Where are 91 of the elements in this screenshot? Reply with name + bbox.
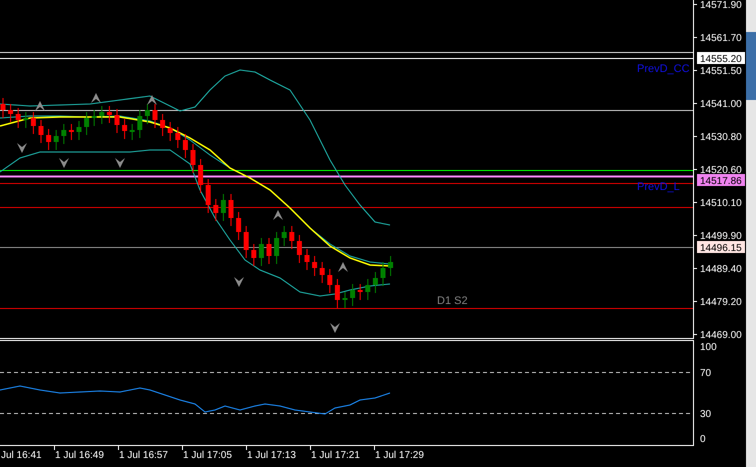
candle — [312, 256, 318, 276]
candle — [228, 194, 234, 226]
price-value: 14555.20 — [700, 54, 742, 65]
candle — [236, 212, 242, 240]
candle — [106, 106, 112, 124]
candle — [289, 226, 294, 250]
candle — [274, 232, 280, 264]
candle — [61, 124, 66, 144]
price-label: 14479.20 — [700, 297, 742, 308]
candle — [114, 108, 120, 134]
candle — [220, 194, 226, 222]
candle — [175, 126, 180, 148]
time-label: 1 Jul 17:29 — [375, 450, 424, 461]
candle — [130, 124, 135, 140]
price-label: 14489.40 — [700, 264, 742, 275]
level-label: PrevD_CC — [637, 63, 690, 75]
candle — [296, 234, 302, 264]
candle — [266, 238, 272, 264]
candle — [68, 124, 74, 140]
up-arrow-icon — [273, 210, 283, 220]
price-label: 14551.50 — [700, 66, 742, 77]
time-label: 1 Jul 17:21 — [311, 450, 360, 461]
candle — [342, 292, 348, 308]
down-arrow-icon — [115, 158, 125, 168]
candle — [282, 226, 287, 246]
candle — [327, 268, 332, 294]
up-arrow-icon — [147, 95, 157, 105]
price-label: 14571.90 — [700, 0, 742, 11]
candle — [46, 128, 52, 150]
candle — [144, 104, 150, 124]
price-value: 14496.15 — [700, 243, 742, 254]
candle — [190, 144, 196, 174]
candle — [388, 256, 394, 276]
candle — [160, 114, 166, 136]
indicator-label: 0 — [700, 434, 706, 445]
candle — [23, 112, 28, 128]
candle — [358, 284, 363, 300]
candle — [350, 284, 356, 306]
down-arrow-icon — [59, 158, 69, 168]
price-label: 14469.00 — [700, 330, 742, 341]
candle — [206, 178, 211, 214]
candle — [334, 278, 340, 308]
candle — [251, 244, 256, 266]
candle — [213, 198, 218, 222]
up-arrow-icon — [338, 262, 348, 272]
indicator-label: 70 — [700, 368, 712, 379]
time-label: 1 Jul 16:57 — [119, 450, 168, 461]
candle — [84, 112, 90, 136]
price-label: 14510.10 — [700, 198, 742, 209]
candle — [380, 262, 386, 286]
candle — [365, 278, 370, 300]
level-label: PrevD_L — [637, 181, 680, 193]
scrollbar-thumb[interactable] — [746, 32, 756, 100]
candle — [76, 120, 82, 140]
candle — [16, 108, 21, 128]
up-arrow-icon — [91, 93, 101, 103]
down-arrow-icon — [234, 277, 244, 287]
candle — [304, 248, 310, 270]
candle — [0, 98, 6, 118]
down-arrow-icon — [330, 323, 340, 333]
down-arrow-icon — [17, 143, 27, 153]
time-label: 1 Jul 16:49 — [55, 450, 104, 461]
candle — [92, 110, 97, 126]
candle — [168, 122, 173, 142]
time-label: 1 Jul 17:05 — [183, 450, 232, 461]
indicator-label: 100 — [700, 342, 717, 353]
indicator-label: 30 — [700, 409, 712, 420]
candle — [38, 120, 44, 144]
candle — [182, 134, 188, 158]
time-label: Jul 16:41 — [1, 450, 42, 461]
candle — [137, 110, 142, 138]
candle — [8, 104, 14, 122]
candle — [30, 112, 36, 134]
candle — [244, 226, 249, 258]
candle — [372, 272, 378, 294]
candle — [258, 238, 264, 266]
price-label: 14561.70 — [700, 33, 742, 44]
candle — [54, 130, 59, 150]
time-label: 1 Jul 17:13 — [247, 450, 296, 461]
price-label: 14499.90 — [700, 231, 742, 242]
price-label: 14541.00 — [700, 99, 742, 110]
up-arrow-icon — [35, 101, 45, 111]
price-value: 14517.86 — [700, 176, 742, 187]
candle — [320, 262, 325, 284]
candle — [122, 118, 128, 140]
level-label: D1 S2 — [437, 295, 468, 307]
price-label: 14520.60 — [700, 165, 742, 176]
candle — [198, 158, 204, 194]
candle — [99, 106, 104, 124]
candle — [152, 104, 158, 128]
price-label: 14530.80 — [700, 132, 742, 143]
